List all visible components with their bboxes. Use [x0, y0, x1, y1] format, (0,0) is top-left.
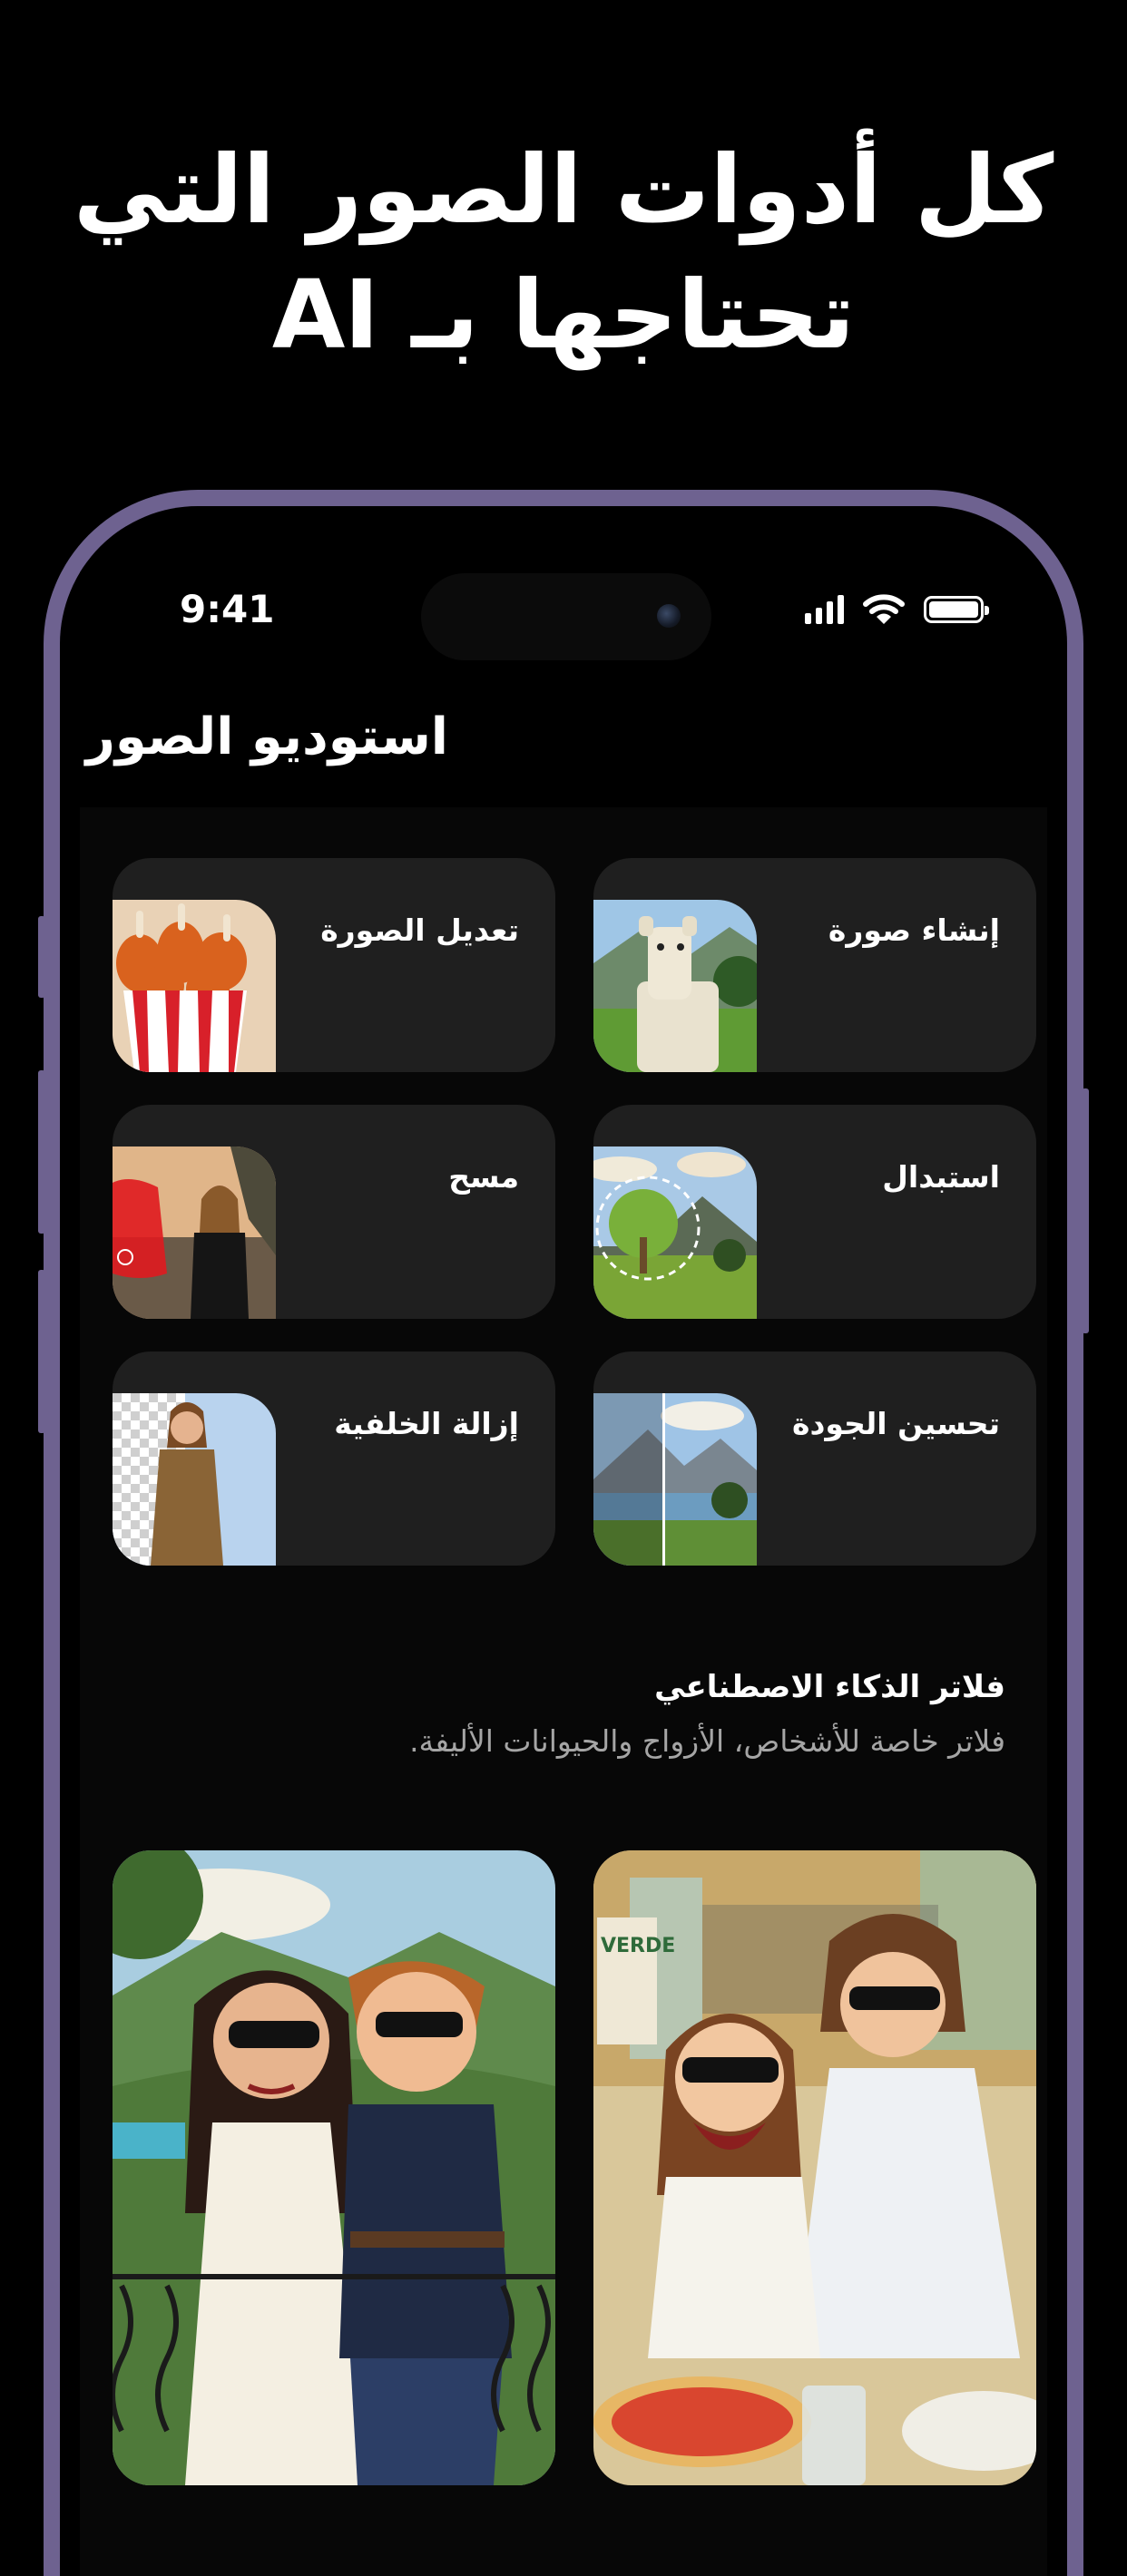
- status-bar: 9:41: [80, 573, 1047, 660]
- tool-label: إنشاء صورة: [828, 912, 1000, 948]
- cartoon-couple-cafe-illustration: VERDE: [593, 1850, 1036, 2485]
- battery-icon: [924, 596, 989, 623]
- headline-line-1: كل أدوات الصور التي: [73, 134, 1054, 245]
- filters-section-title: فلاتر الذكاء الاصطناعي: [654, 1669, 1005, 1705]
- mountain-lake-before-after-image-icon: [593, 1393, 757, 1566]
- main-content[interactable]: إنشاء صورة تعديل الصورة استبدال مسح تحسي…: [80, 807, 1047, 2576]
- tool-label: مسح: [448, 1159, 519, 1195]
- headline: كل أدوات الصور التي تحتاجها بـ AI: [0, 127, 1127, 377]
- wifi-icon: [863, 594, 905, 624]
- woman-beach-erase-image-icon: [113, 1147, 276, 1319]
- tool-erase[interactable]: مسح: [113, 1105, 555, 1319]
- signal-icon: [805, 595, 844, 624]
- battery-level: [929, 601, 978, 618]
- tool-enhance-quality[interactable]: تحسين الجودة: [593, 1351, 1036, 1566]
- tool-label: تحسين الجودة: [791, 1406, 1000, 1441]
- tool-remove-background[interactable]: إزالة الخلفية: [113, 1351, 555, 1566]
- camera-icon: [657, 604, 681, 628]
- app-title: استوديو الصور: [85, 707, 448, 766]
- cafe-sign-text: VERDE: [601, 1935, 675, 1957]
- filter-card-balcony-couple[interactable]: [113, 1850, 555, 2485]
- filters-section-subtitle: فلاتر خاصة للأشخاص، الأزواج والحيوانات ا…: [409, 1723, 1005, 1759]
- status-icons: [805, 591, 989, 628]
- tool-edit-image[interactable]: تعديل الصورة: [113, 858, 555, 1072]
- tree-landscape-image-icon: [593, 1147, 757, 1319]
- tool-label: استبدال: [882, 1159, 1000, 1195]
- phone-frame: 9:41 استوديو الصور إنشاء صورة تعديل الصو…: [44, 490, 1083, 2576]
- status-time: 9:41: [180, 587, 275, 631]
- woman-transparent-background-image-icon: [113, 1393, 276, 1566]
- dynamic-island: [421, 573, 711, 660]
- fried-chicken-bucket-image-icon: [113, 900, 276, 1072]
- tool-replace[interactable]: استبدال: [593, 1105, 1036, 1319]
- cartoon-couple-balcony-illustration: [113, 1850, 555, 2485]
- filter-card-cafe-couple[interactable]: VERDE: [593, 1850, 1036, 2485]
- headline-line-2: تحتاجها بـ AI: [271, 259, 856, 370]
- phone-screen: 9:41 استوديو الصور إنشاء صورة تعديل الصو…: [80, 526, 1047, 2576]
- tool-label: تعديل الصورة: [320, 912, 519, 948]
- tool-label: إزالة الخلفية: [334, 1406, 519, 1441]
- alpaca-image-icon: [593, 900, 757, 1072]
- tool-create-image[interactable]: إنشاء صورة: [593, 858, 1036, 1072]
